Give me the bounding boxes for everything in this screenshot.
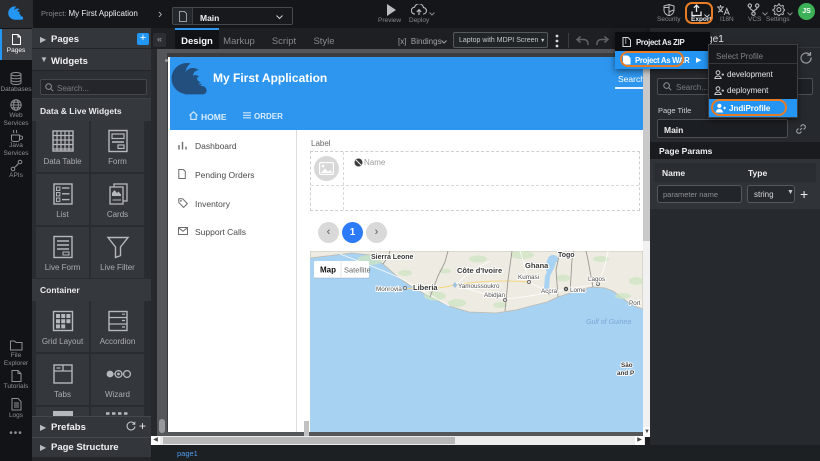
svg-text:and P: and P	[617, 370, 634, 377]
svg-text:Togo: Togo	[558, 252, 575, 259]
svg-text:Yamoussoukro: Yamoussoukro	[458, 283, 500, 290]
svg-text:Gulf of Guinea: Gulf of Guinea	[586, 319, 631, 326]
svg-text:Satellite: Satellite	[344, 266, 371, 275]
svg-text:Côte d'Ivoire: Côte d'Ivoire	[457, 266, 502, 275]
svg-text:Sierra Leone: Sierra Leone	[371, 254, 414, 261]
svg-text:Kumasi: Kumasi	[518, 274, 539, 281]
svg-text:Accra: Accra	[541, 288, 558, 295]
svg-text:Lagos: Lagos	[588, 276, 605, 283]
svg-text:Ghana: Ghana	[525, 261, 549, 270]
svg-text:Monrovia: Monrovia	[376, 286, 402, 293]
svg-text:Map: Map	[320, 266, 336, 275]
svg-text:São: São	[621, 362, 633, 369]
svg-text:Lome: Lome	[570, 287, 586, 294]
svg-text:Liberia: Liberia	[413, 283, 438, 292]
svg-text:Port: Port	[629, 300, 641, 307]
svg-text:Abidjan: Abidjan	[484, 292, 506, 299]
